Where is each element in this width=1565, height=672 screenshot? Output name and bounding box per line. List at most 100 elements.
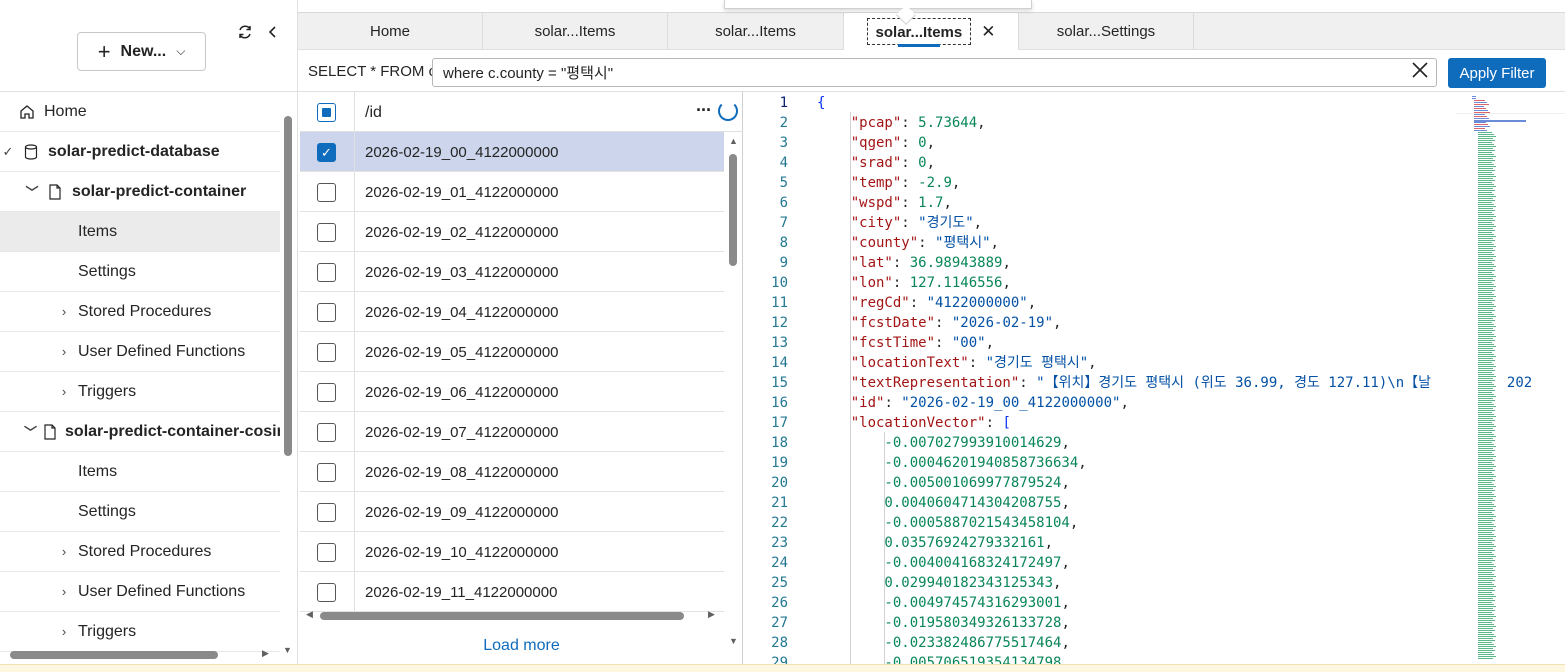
tree-item-solar-predict-database[interactable]: ✓ solar-predict-database xyxy=(0,132,280,172)
tree-item-stored-procedures[interactable]: › Stored Procedures xyxy=(0,292,280,332)
row-checkbox[interactable] xyxy=(317,303,336,322)
filter-input[interactable] xyxy=(432,58,1437,87)
new-button[interactable]: + New... ⌵ xyxy=(77,32,206,71)
tree-item-solar-predict-container-cosir[interactable]: ﹀ solar-predict-container-cosir xyxy=(0,412,280,452)
close-tab-icon[interactable]: ✕ xyxy=(981,22,995,42)
scroll-right-arrow-icon[interactable]: ▶ xyxy=(708,609,715,620)
select-all-checkbox[interactable] xyxy=(317,103,336,122)
line-number: 27 xyxy=(771,615,788,631)
row-checkbox[interactable] xyxy=(317,543,336,562)
minimap-line xyxy=(1478,470,1495,471)
row-checkbox[interactable]: ✓ xyxy=(317,143,336,162)
minimap-line xyxy=(1478,386,1496,387)
results-horizontal-scrollbar[interactable]: ◀ ▶ xyxy=(300,609,724,623)
minimap-line xyxy=(1478,540,1495,541)
minimap-line xyxy=(1478,556,1496,557)
sidebar-hscroll-thumb[interactable] xyxy=(10,651,218,659)
row-checkbox[interactable] xyxy=(317,583,336,602)
minimap-line xyxy=(1478,154,1494,155)
tab-4[interactable]: solar...Settings xyxy=(1019,13,1194,50)
tree-item-triggers[interactable]: › Triggers xyxy=(0,372,280,412)
tree-item-solar-predict-container[interactable]: ﹀ solar-predict-container xyxy=(0,172,280,212)
editor-minimap[interactable] xyxy=(1470,92,1528,664)
table-row[interactable]: 2026-02-19_11_4122000000 xyxy=(300,572,724,612)
row-checkbox[interactable] xyxy=(317,423,336,442)
table-row[interactable]: 2026-02-19_08_4122000000 xyxy=(300,452,724,492)
tree-item-home[interactable]: Home xyxy=(0,92,280,132)
table-row[interactable]: 2026-02-19_02_4122000000 xyxy=(300,212,724,252)
table-row[interactable]: 2026-02-19_03_4122000000 xyxy=(300,252,724,292)
tab-2[interactable]: solar...Items xyxy=(668,13,844,50)
code-token: , xyxy=(1053,575,1062,591)
tree-item-user-defined-functions[interactable]: › User Defined Functions xyxy=(0,572,280,612)
table-row[interactable]: 2026-02-19_04_4122000000 xyxy=(300,292,724,332)
tab-1[interactable]: solar...Items xyxy=(483,13,668,50)
minimap-line xyxy=(1478,500,1495,501)
row-checkbox[interactable] xyxy=(317,383,336,402)
table-row[interactable]: 2026-02-19_07_4122000000 xyxy=(300,412,724,452)
results-scroll-thumb[interactable] xyxy=(729,154,737,266)
table-row[interactable]: 2026-02-19_01_4122000000 xyxy=(300,172,724,212)
tree-item-settings[interactable]: Settings xyxy=(0,252,280,292)
refresh-icon[interactable] xyxy=(237,24,255,44)
id-column-header[interactable]: /id xyxy=(365,104,382,122)
line-number: 6 xyxy=(779,195,788,211)
tree-item-items[interactable]: Items xyxy=(0,212,280,252)
check-icon[interactable]: ✓ xyxy=(0,144,16,160)
chevron-right-icon[interactable]: › xyxy=(56,344,72,359)
refresh-results-icon[interactable] xyxy=(718,101,738,121)
tree-item-triggers[interactable]: › Triggers xyxy=(0,612,280,652)
row-checkbox[interactable] xyxy=(317,463,336,482)
row-checkbox[interactable] xyxy=(317,343,336,362)
code-area[interactable]: { "pcap": 5.73644, "qgen": 0, "srad": 0,… xyxy=(817,92,1557,664)
minimap-line xyxy=(1478,198,1493,199)
table-row[interactable]: 2026-02-19_05_4122000000 xyxy=(300,332,724,372)
line-number: 28 xyxy=(771,635,788,651)
minimap-line xyxy=(1478,632,1492,633)
tab-3[interactable]: solar...Items ✕ xyxy=(844,13,1019,50)
json-editor[interactable]: 1 2 3 4 5 6 7 8 9 10 11 12 13 14 15 16 17 18 19 20 21 22 23 24 2… xyxy=(744,92,1565,664)
load-more-link[interactable]: Load more xyxy=(300,637,743,655)
tree-item-user-defined-functions[interactable]: › User Defined Functions xyxy=(0,332,280,372)
minimap-line xyxy=(1478,172,1492,173)
minimap-line xyxy=(1478,478,1493,479)
table-row[interactable]: 2026-02-19_10_4122000000 xyxy=(300,532,724,572)
collapse-sidebar-icon[interactable] xyxy=(266,24,282,44)
code-token: "경기도 평택시" xyxy=(985,355,1089,371)
sidebar-horizontal-scrollbar[interactable]: ▶ xyxy=(0,648,280,662)
scroll-up-arrow-icon[interactable]: ▲ xyxy=(729,136,738,146)
tree-item-stored-procedures[interactable]: › Stored Procedures xyxy=(0,532,280,572)
row-checkbox[interactable] xyxy=(317,223,336,242)
more-options-icon[interactable]: ··· xyxy=(696,100,712,121)
chevron-right-icon[interactable]: › xyxy=(56,384,72,399)
minimap-line xyxy=(1478,266,1496,267)
tree-item-settings[interactable]: Settings xyxy=(0,492,280,532)
results-hscroll-thumb[interactable] xyxy=(320,612,684,620)
tab-0[interactable]: Home xyxy=(298,13,483,50)
row-checkbox[interactable] xyxy=(317,503,336,522)
row-checkbox[interactable] xyxy=(317,183,336,202)
clear-filter-icon[interactable] xyxy=(1410,60,1430,84)
tree-item-items[interactable]: Items xyxy=(0,452,280,492)
minimap-line xyxy=(1478,304,1494,305)
scroll-left-arrow-icon[interactable]: ◀ xyxy=(306,609,313,620)
chevron-down-icon[interactable]: ﹀ xyxy=(24,422,37,441)
sidebar-vertical-scrollbar[interactable]: ▼ xyxy=(283,110,293,655)
chevron-right-icon[interactable]: › xyxy=(56,304,72,319)
scroll-down-arrow-icon[interactable]: ▼ xyxy=(283,645,292,655)
apply-filter-button[interactable]: Apply Filter xyxy=(1448,58,1546,88)
table-row[interactable]: 2026-02-19_06_4122000000 xyxy=(300,372,724,412)
scroll-right-arrow-icon[interactable]: ▶ xyxy=(262,648,269,659)
chevron-right-icon[interactable]: › xyxy=(56,544,72,559)
results-vertical-scrollbar[interactable]: ▲ ▼ xyxy=(726,136,740,646)
table-row[interactable]: 2026-02-19_09_4122000000 xyxy=(300,492,724,532)
table-row[interactable]: ✓ 2026-02-19_00_4122000000 xyxy=(300,132,724,172)
chevron-right-icon[interactable]: › xyxy=(56,584,72,599)
minimap-line xyxy=(1478,422,1492,423)
chevron-right-icon[interactable]: › xyxy=(56,624,72,639)
code-token: : xyxy=(968,355,986,371)
row-checkbox[interactable] xyxy=(317,263,336,282)
document-icon xyxy=(46,183,64,200)
chevron-down-icon[interactable]: ﹀ xyxy=(24,182,40,201)
sidebar-scroll-thumb[interactable] xyxy=(284,116,292,456)
